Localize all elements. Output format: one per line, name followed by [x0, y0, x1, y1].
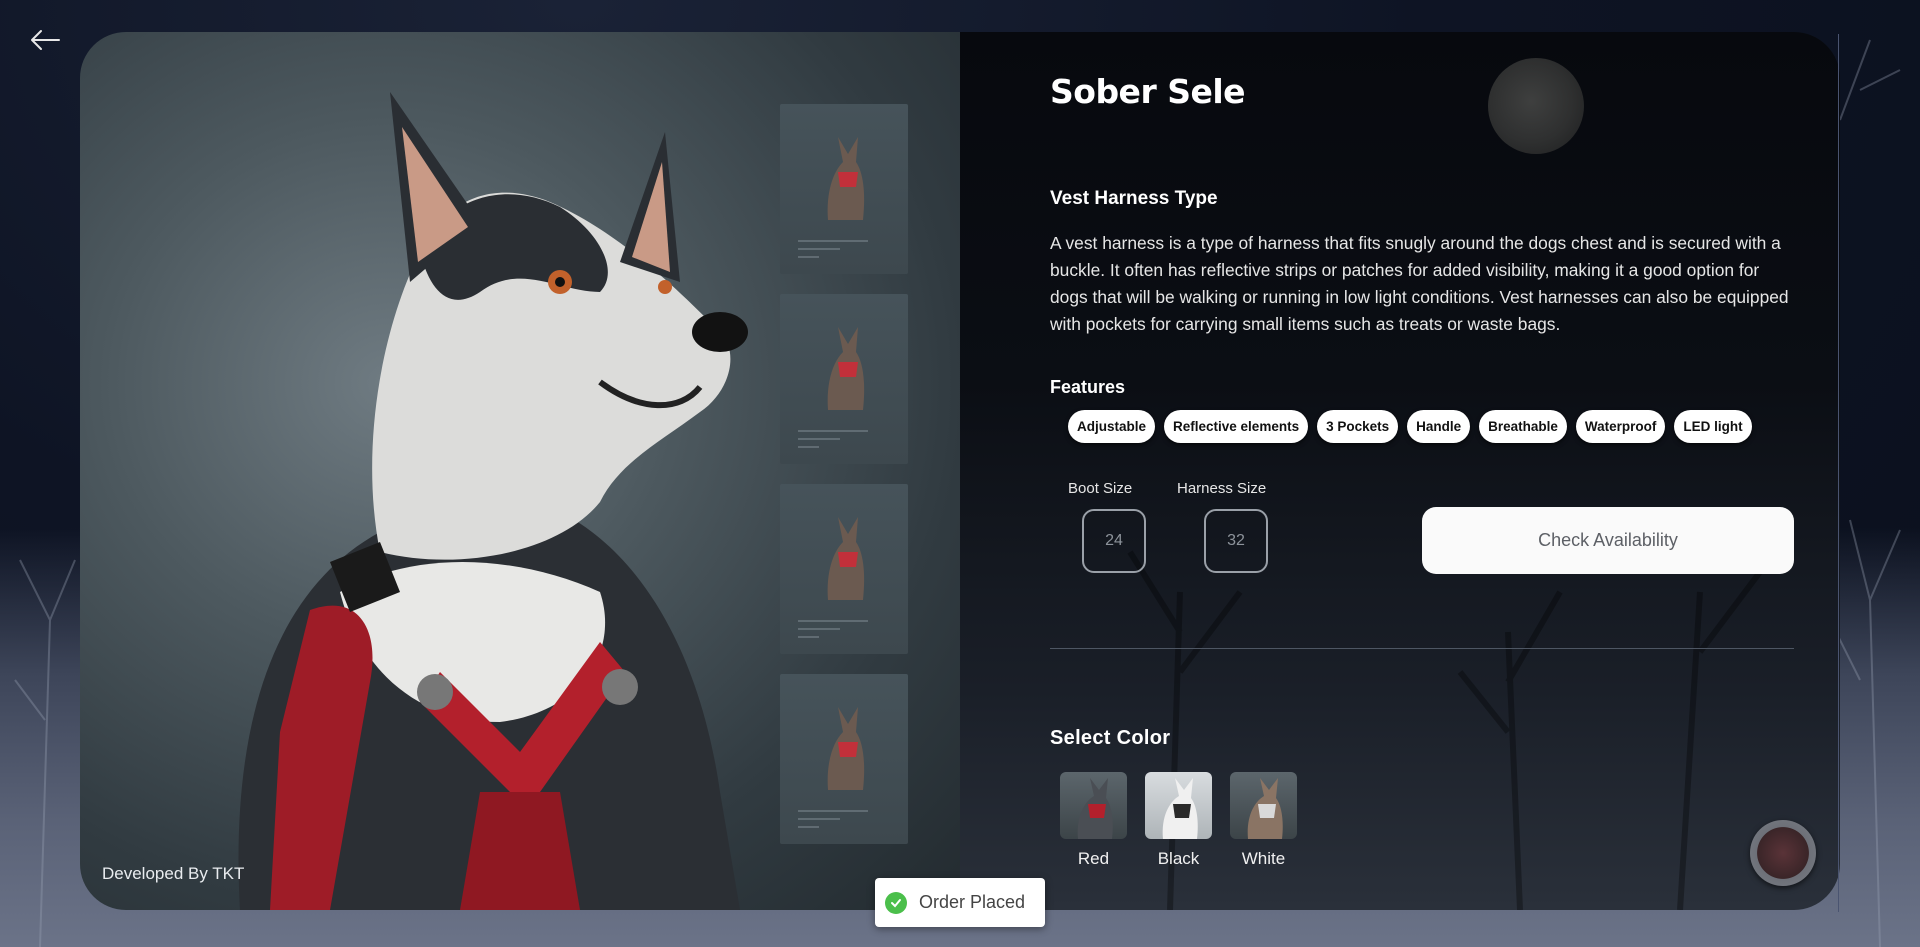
- feature-chip: Adjustable: [1068, 410, 1156, 443]
- color-swatch-image: [1230, 772, 1297, 839]
- feature-chip: LED light: [1674, 410, 1752, 443]
- check-circle-icon: [885, 891, 907, 914]
- product-type-heading: Vest Harness Type: [1050, 188, 1218, 209]
- color-name: White: [1241, 849, 1286, 868]
- thumbnail-dog-image: [827, 327, 865, 410]
- product-image-panel: Developed By TKT: [80, 32, 960, 910]
- feature-chip: Waterproof: [1575, 410, 1666, 443]
- product-card: Developed By TKT: [80, 32, 1840, 910]
- feature-chip: Handle: [1407, 410, 1471, 443]
- thumbnail-4[interactable]: [780, 674, 908, 844]
- feature-chip: 3 Pockets: [1317, 410, 1399, 443]
- color-name: Black: [1157, 849, 1200, 868]
- boot-size-label: Boot Size: [1068, 480, 1133, 497]
- thumbnail-strip: [780, 104, 908, 864]
- panel-edge-line: [1838, 34, 1839, 912]
- color-swatch-image: [1145, 772, 1212, 839]
- product-title: Sober Sele: [1050, 72, 1246, 111]
- arrow-left-icon: [31, 30, 60, 50]
- thumbnail-dog-image: [827, 137, 865, 220]
- harness-size-group: Harness Size 32: [1177, 480, 1268, 573]
- feature-chip: Breathable: [1479, 410, 1567, 443]
- color-swatch-image: [1060, 772, 1127, 839]
- feature-chip: Reflective elements: [1164, 410, 1309, 443]
- color-option-red[interactable]: Red: [1060, 772, 1127, 869]
- product-description: A vest harness is a type of harness that…: [1050, 233, 1789, 334]
- features-heading: Features: [1050, 377, 1126, 397]
- boot-size-group: Boot Size 24: [1068, 480, 1146, 573]
- boot-size-input[interactable]: 24: [1082, 509, 1146, 573]
- select-color-heading: Select Color: [1050, 727, 1171, 749]
- thumbnail-dog-image: [827, 517, 865, 600]
- thumbnail-2[interactable]: [780, 294, 908, 464]
- color-option-white[interactable]: White: [1230, 772, 1297, 869]
- toast-message: Order Placed: [919, 892, 1026, 912]
- thumbnail-dog-image: [827, 707, 865, 790]
- color-swatches: Red Black White: [1060, 772, 1297, 869]
- thumbnail-3[interactable]: [780, 484, 908, 654]
- color-option-black[interactable]: Black: [1145, 772, 1212, 869]
- color-name: Red: [1077, 849, 1110, 868]
- harness-size-label: Harness Size: [1177, 480, 1267, 497]
- developer-credit: Developed By TKT: [102, 864, 245, 883]
- harness-size-input[interactable]: 32: [1204, 509, 1268, 573]
- feature-chips: Adjustable Reflective elements 3 Pockets…: [1068, 410, 1752, 443]
- user-avatar[interactable]: [1750, 820, 1816, 886]
- back-button[interactable]: [28, 28, 62, 52]
- section-divider: [1050, 648, 1794, 649]
- thumbnail-1[interactable]: [780, 104, 908, 274]
- order-toast: Order Placed: [875, 878, 1045, 927]
- check-availability-button[interactable]: Check Availability: [1422, 507, 1794, 574]
